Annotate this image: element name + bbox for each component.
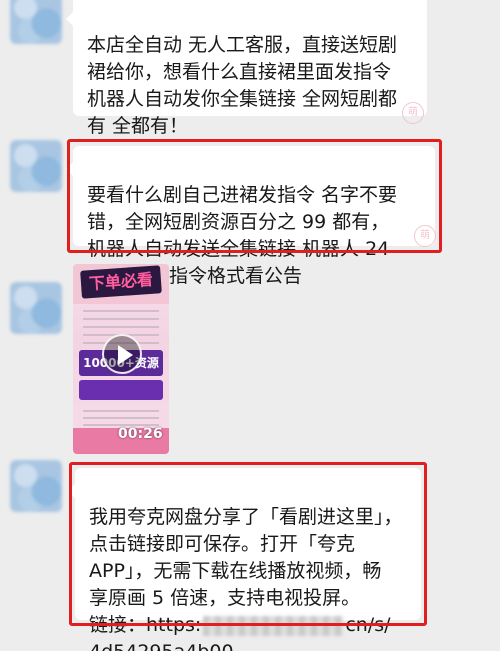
redacted-link-mask <box>203 615 344 636</box>
contact-avatar[interactable] <box>10 140 62 192</box>
thumbnail-title: 下单必看 <box>80 265 162 299</box>
contact-avatar[interactable] <box>10 460 62 512</box>
video-duration: 00:26 <box>118 426 163 442</box>
play-icon[interactable] <box>102 334 142 374</box>
message-text: 本店全自动 无人工客服，直接送短剧 裙给你，想看什么直接裙里面发指令 机器人自动… <box>87 34 398 137</box>
message-bubble[interactable]: 要看什么剧自己进裙发指令 名字不要 错，全网短剧资源百分之 99 都有， 机器人… <box>66 146 435 287</box>
message-bubble[interactable]: 我用夸克网盘分享了「看剧进这里」， 点击链接即可保存。打开「夸克 APP」，无需… <box>68 468 421 651</box>
watermark-icon: 萌 <box>402 102 424 124</box>
watermark-icon: 萌 <box>414 225 436 247</box>
message-bubble[interactable]: 本店全自动 无人工客服，直接送短剧 裙给你，想看什么直接裙里面发指令 机器人自动… <box>66 0 427 137</box>
contact-avatar[interactable] <box>10 282 62 334</box>
contact-avatar[interactable] <box>10 0 62 44</box>
thumbnail-banner-secondary <box>79 380 163 400</box>
